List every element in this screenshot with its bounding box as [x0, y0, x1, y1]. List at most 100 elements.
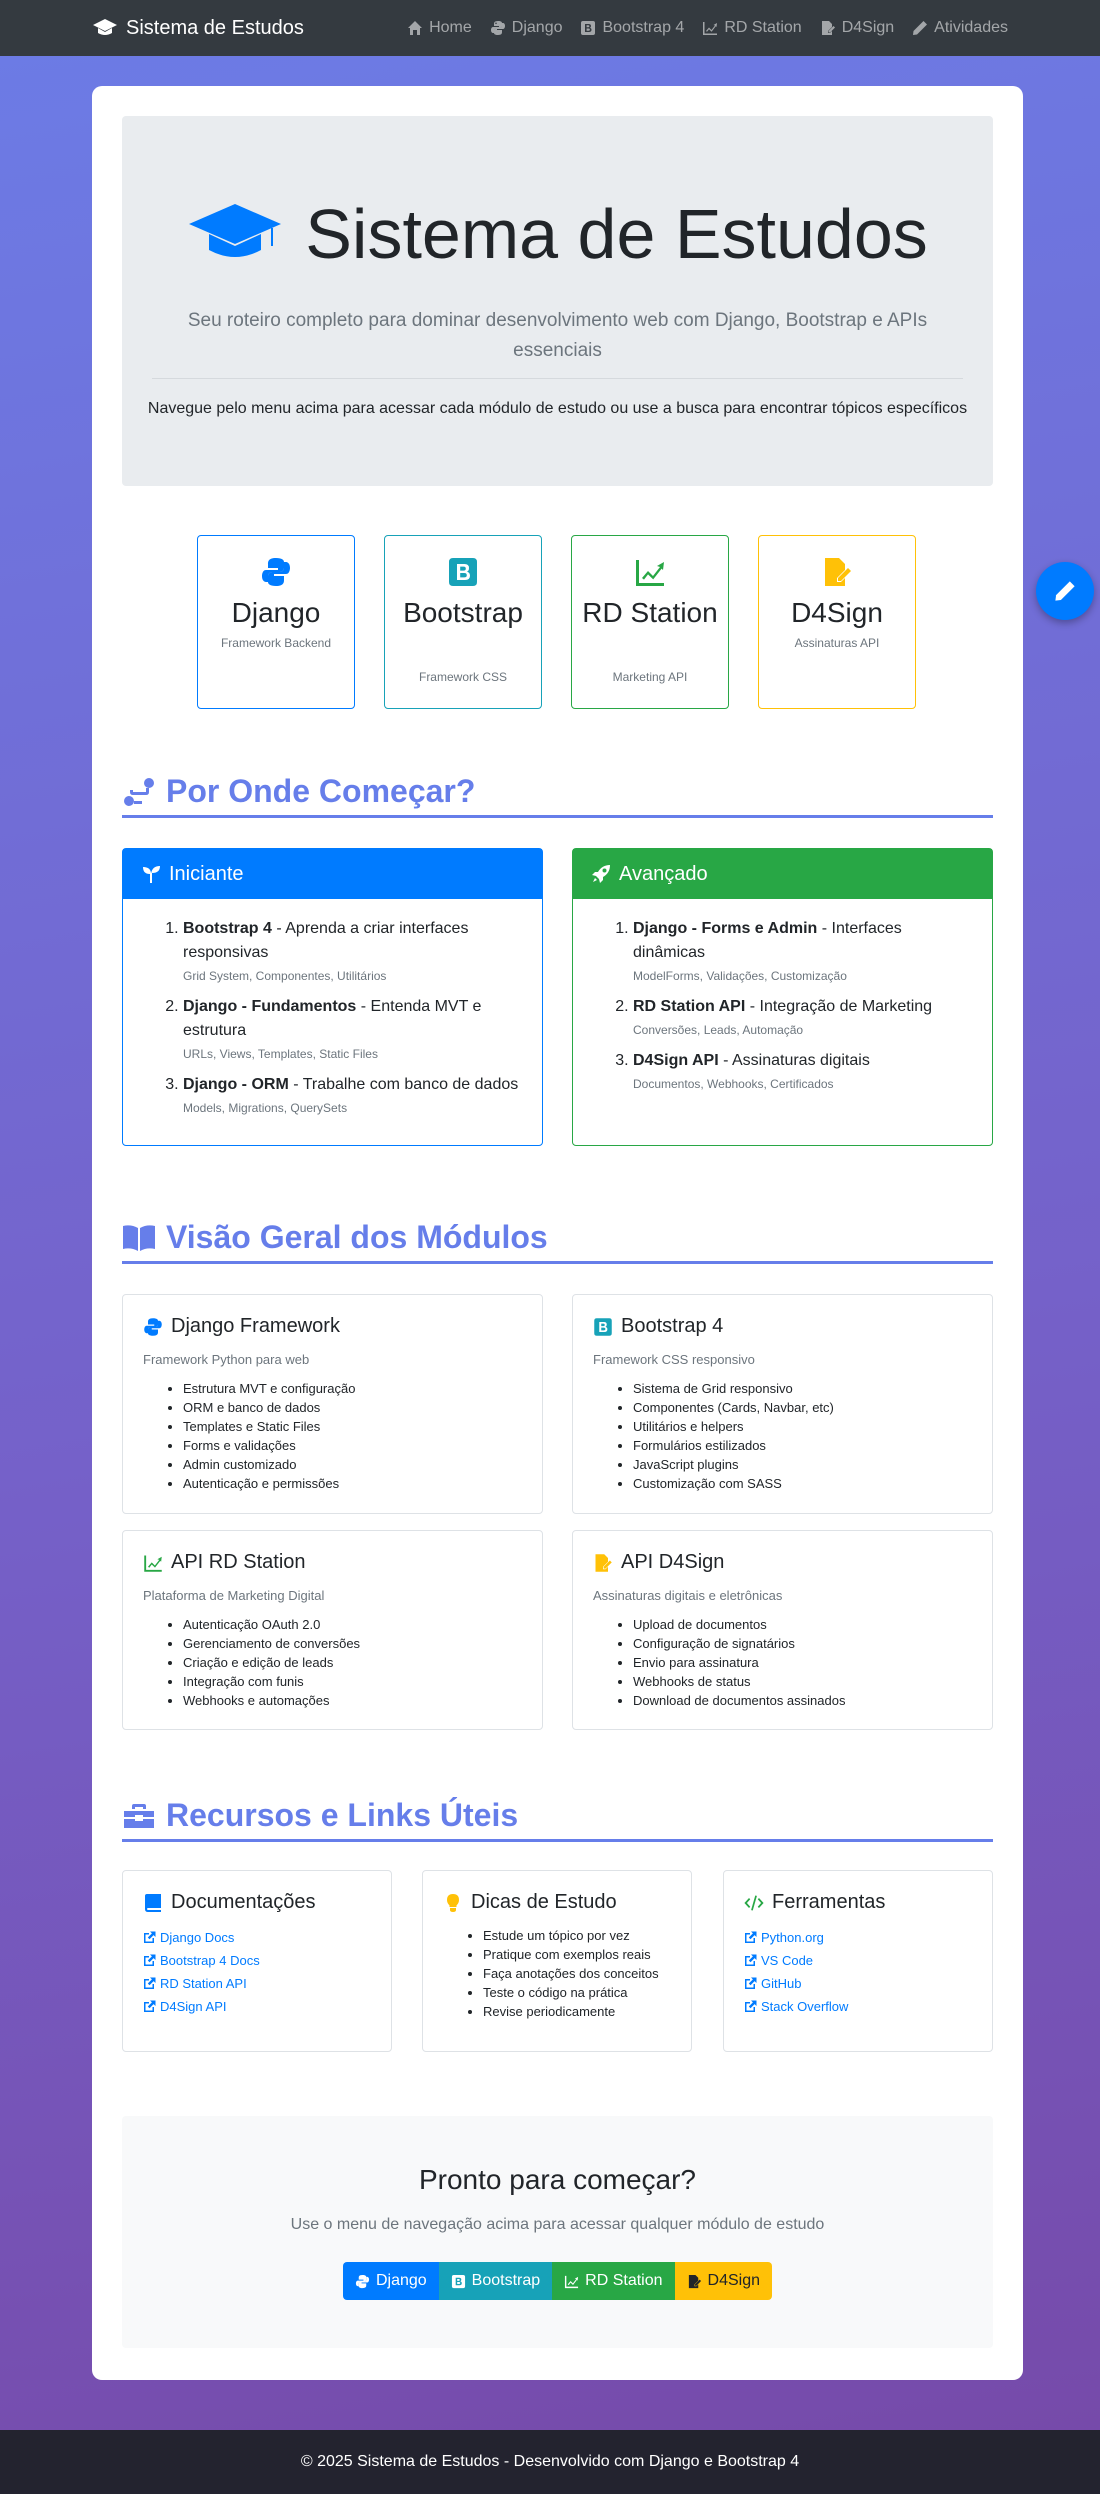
- tile-bootstrap[interactable]: Bootstrap Framework CSS: [384, 535, 542, 709]
- module-list: Upload de documentos Configuração de sig…: [593, 1615, 972, 1710]
- tile-rdstation[interactable]: RD Station Marketing API: [571, 535, 729, 709]
- item-name: Django - ORM: [183, 1076, 289, 1093]
- route-icon: [124, 777, 154, 806]
- link-label: Stack Overflow: [761, 1999, 849, 2014]
- item-name: RD Station API: [633, 998, 746, 1015]
- footer: © 2025 Sistema de Estudos - Desenvolvido…: [0, 2430, 1100, 2494]
- module-subtitle: Framework CSS responsivo: [593, 1352, 755, 1367]
- resource-title: Dicas de Estudo: [443, 1891, 671, 1914]
- link-d4sign-api[interactable]: D4Sign API: [143, 1995, 371, 2018]
- graduation-cap-icon: [189, 204, 282, 257]
- list-item: Revise periodicamente: [483, 2002, 671, 2021]
- nav-rdstation[interactable]: RD Station: [702, 19, 802, 37]
- nav-home[interactable]: Home: [407, 19, 472, 37]
- card-advanced-title: Avançado: [619, 862, 708, 885]
- external-link-icon: [745, 1931, 757, 1943]
- link-label: Django Docs: [160, 1930, 235, 1945]
- toolbox-icon: [124, 1803, 154, 1828]
- button-label: Bootstrap: [471, 2272, 541, 2289]
- section-resources-title: Recursos e Links Úteis: [166, 1797, 519, 1833]
- link-label: Python.org: [761, 1930, 824, 1945]
- nav-atividades-label: Atividades: [934, 19, 1008, 36]
- module-title: Bootstrap 4: [593, 1315, 972, 1338]
- chart-line-icon: [703, 22, 718, 35]
- beginner-list: Bootstrap 4 - Aprenda a criar interfaces…: [123, 899, 542, 1119]
- item-name: D4Sign API: [633, 1052, 719, 1069]
- section-modules-heading: Visão Geral dos Módulos: [122, 1214, 993, 1264]
- link-label: Bootstrap 4 Docs: [160, 1953, 260, 1968]
- hero-subtext: Navegue pelo menu acima para acessar cad…: [147, 400, 968, 417]
- link-django-docs[interactable]: Django Docs: [143, 1926, 371, 1949]
- external-link-icon: [144, 1931, 156, 1943]
- link-python-org[interactable]: Python.org: [744, 1926, 972, 1949]
- nav-django-label: Django: [511, 19, 563, 36]
- button-label: RD Station: [585, 2272, 663, 2289]
- navbar: Sistema de Estudos Home Django Bootstrap…: [0, 0, 1100, 56]
- item-tags: Grid System, Componentes, Utilitários: [183, 969, 387, 983]
- cta-button-bootstrap[interactable]: Bootstrap: [438, 2262, 553, 2300]
- button-label: D4Sign: [707, 2272, 761, 2289]
- resource-title: Ferramentas: [744, 1891, 972, 1914]
- list-item: Upload de documentos: [633, 1615, 972, 1634]
- card-beginner-title: Iniciante: [169, 862, 244, 885]
- hero-divider: [152, 378, 963, 379]
- module-title: Django Framework: [143, 1315, 522, 1338]
- nav-d4sign[interactable]: D4Sign: [820, 19, 894, 37]
- link-label: VS Code: [761, 1953, 814, 1968]
- chart-line-icon: [144, 1555, 162, 1572]
- card-beginner-header: Iniciante: [123, 849, 542, 899]
- link-vscode[interactable]: VS Code: [744, 1949, 972, 1972]
- item-desc: - Trabalhe com banco de dados: [288, 1076, 519, 1093]
- list-item: Download de documentos assinados: [633, 1691, 972, 1710]
- item-desc: - Assinaturas digitais: [718, 1052, 870, 1069]
- module-card-d4sign: API D4Sign Assinaturas digitais e eletrô…: [572, 1530, 993, 1730]
- python-icon: [355, 2274, 370, 2288]
- cta-title: Pronto para começar?: [418, 2164, 697, 2195]
- code-icon: [744, 1895, 764, 1910]
- list-item: Autenticação e permissões: [183, 1474, 522, 1493]
- resource-card-docs: Documentações Django Docs Bootstrap 4 Do…: [122, 1870, 392, 2052]
- navbar-brand[interactable]: Sistema de Estudos: [92, 17, 304, 40]
- list-item: RD Station API - Integração de Marketing…: [633, 995, 972, 1041]
- file-signature-icon: [688, 2274, 701, 2288]
- button-label: Django: [375, 2272, 427, 2289]
- link-bootstrap-docs[interactable]: Bootstrap 4 Docs: [143, 1949, 371, 1972]
- nav-atividades[interactable]: Atividades: [912, 19, 1008, 37]
- link-github[interactable]: GitHub: [744, 1972, 972, 1995]
- home-icon: [408, 21, 423, 35]
- list-item: Estrutura MVT e configuração: [183, 1379, 522, 1398]
- pencil-icon: [913, 21, 928, 35]
- tools-links: Python.org VS Code GitHub Stack Overflow: [744, 1926, 972, 2018]
- item-tags: Conversões, Leads, Automação: [633, 1023, 804, 1037]
- file-signature-icon: [821, 21, 835, 35]
- cta-button-django[interactable]: Django: [342, 2262, 439, 2300]
- floating-edit-button[interactable]: [1036, 562, 1094, 620]
- tips-list: Estude um tópico por vez Pratique com ex…: [443, 1926, 671, 2021]
- module-subtitle: Plataforma de Marketing Digital: [143, 1588, 325, 1603]
- section-resources-heading: Recursos e Links Úteis: [122, 1792, 993, 1842]
- seedling-icon: [143, 866, 160, 883]
- item-tags: ModelForms, Validações, Customização: [633, 969, 847, 983]
- card-advanced: Avançado Django - Forms e Admin - Interf…: [572, 848, 993, 1146]
- cta-button-d4sign[interactable]: D4Sign: [674, 2262, 773, 2300]
- module-card-bootstrap: Bootstrap 4 Framework CSS responsivo Sis…: [572, 1294, 993, 1514]
- nav-bootstrap[interactable]: Bootstrap 4: [580, 19, 684, 37]
- tile-django[interactable]: Django Framework Backend: [197, 535, 355, 709]
- nav-links: Home Django Bootstrap 4 RD Station D4Sig…: [407, 19, 1008, 37]
- list-item: Sistema de Grid responsivo: [633, 1379, 972, 1398]
- link-rdstation-api[interactable]: RD Station API: [143, 1972, 371, 1995]
- item-name: Django - Forms e Admin: [633, 920, 818, 937]
- list-item: Webhooks e automações: [183, 1691, 522, 1710]
- item-tags: Documentos, Webhooks, Certificados: [633, 1077, 834, 1091]
- module-list: Estrutura MVT e configuração ORM e banco…: [143, 1379, 522, 1493]
- list-item: Webhooks de status: [633, 1672, 972, 1691]
- nav-django[interactable]: Django: [490, 19, 563, 37]
- list-item: JavaScript plugins: [633, 1455, 972, 1474]
- tile-d4sign[interactable]: D4Sign Assinaturas API: [758, 535, 916, 709]
- link-stackoverflow[interactable]: Stack Overflow: [744, 1995, 972, 2018]
- python-icon: [262, 558, 290, 586]
- module-subtitle: Assinaturas digitais e eletrônicas: [593, 1588, 783, 1603]
- module-title-text: API RD Station: [171, 1551, 306, 1573]
- cta-button-rdstation[interactable]: RD Station: [552, 2262, 675, 2300]
- tile-subtitle: Framework CSS: [418, 670, 507, 684]
